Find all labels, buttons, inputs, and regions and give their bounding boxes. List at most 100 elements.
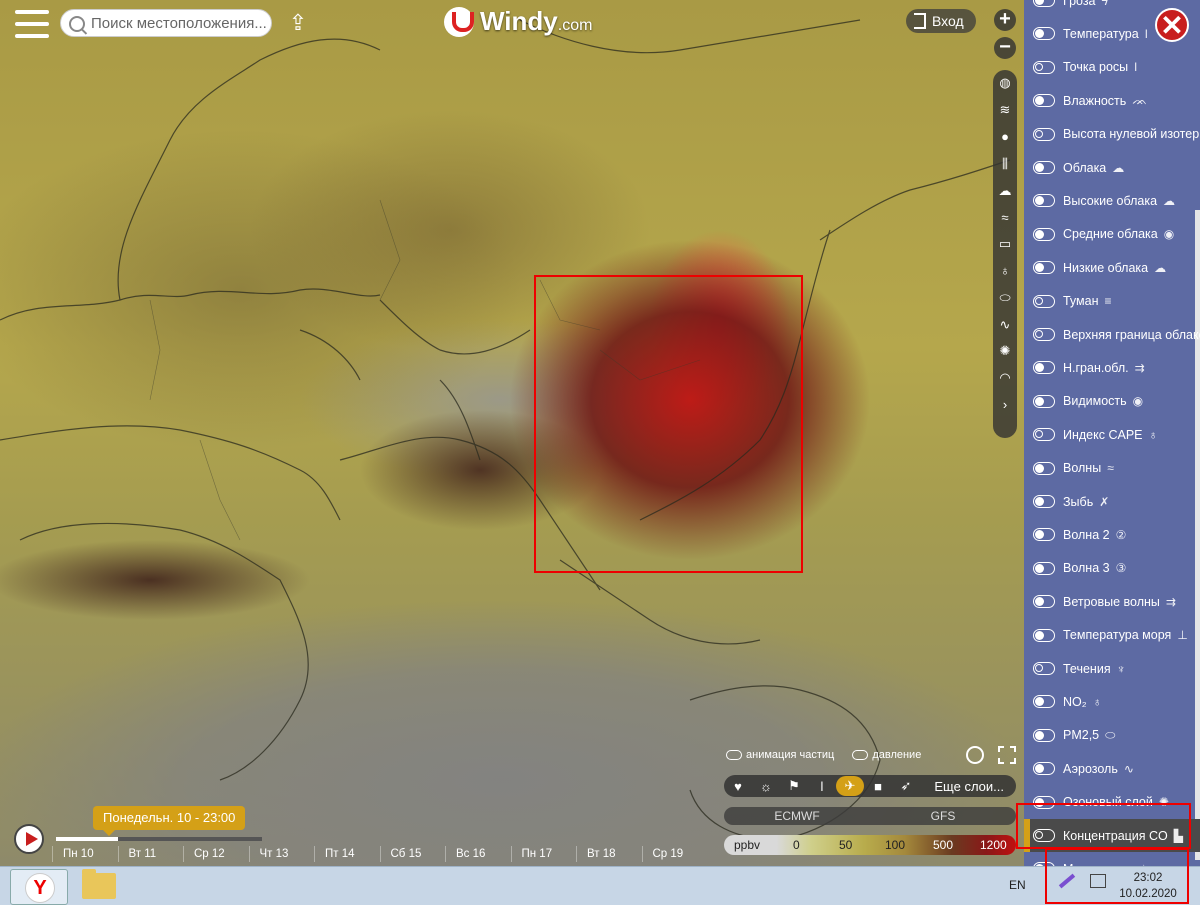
car-icon[interactable]: ▭ [993,231,1017,258]
layer-toggle-icon[interactable] [1033,829,1055,842]
layer-toggle-icon[interactable] [1033,662,1055,675]
layer-toggle-icon[interactable] [1033,60,1055,74]
layer-toggle-icon[interactable] [1033,328,1055,341]
layer-toggle-icon[interactable] [1033,394,1055,408]
layer-toggle-icon[interactable] [1033,194,1055,208]
layer-toggle-icon[interactable] [1033,428,1055,442]
timeline-day[interactable]: Чт 13 [248,846,320,862]
gauge-icon[interactable]: ◠ [993,365,1017,392]
layer-item[interactable]: NO₂ ♁ [1024,685,1200,718]
heart-icon[interactable]: ♥ [724,779,752,794]
sun-cloud-icon[interactable]: ☼ [752,779,780,794]
layer-item[interactable]: Волны ≈ [1024,452,1200,485]
layer-toggle-icon[interactable] [1033,361,1055,375]
timeline-day[interactable]: Ср 12 [183,846,254,862]
layer-toggle-icon[interactable] [1033,728,1055,742]
timeline-day[interactable]: Сб 15 [379,846,451,862]
timeline-day[interactable]: Вт 11 [117,846,189,862]
layer-item[interactable]: Волна 2 ② [1024,518,1200,551]
cloud-icon[interactable]: ☁ [993,177,1017,204]
layer-toggle-icon[interactable] [1033,294,1055,308]
layer-item[interactable]: Волна 3 ③ [1024,552,1200,585]
layer-toggle-icon[interactable] [1033,27,1055,41]
login-button[interactable]: Вход [906,9,976,33]
timeline-day[interactable]: Пн 10 [52,846,123,862]
share-icon[interactable]: ⇪ [284,10,312,36]
wind-icon[interactable]: ≋ [993,97,1017,124]
sun-icon[interactable]: ✺ [993,338,1017,365]
weather-map[interactable] [0,0,1024,866]
timeline-day[interactable]: Ср 19 [641,846,713,862]
layer-item[interactable]: Аэрозоль ∿ [1024,752,1200,785]
timeline-current-time[interactable]: Понедельн. 10 - 23:00 [93,806,246,836]
folder-icon[interactable] [82,869,116,899]
layer-item[interactable]: PM2,5 ⬭ [1024,719,1200,752]
layer-toggle-icon[interactable] [1033,127,1055,141]
drop-icon[interactable]: ● [993,124,1017,151]
layer-item[interactable]: Индекс CAPE ♁ [1024,418,1200,451]
timeline-day[interactable]: Пт 14 [314,846,385,862]
close-icon[interactable]: ✕ [1155,8,1189,42]
yandex-browser-button[interactable]: Y [10,869,68,905]
clock-icon[interactable] [966,746,984,764]
layer-item[interactable]: Точка росы ǀ [1024,51,1200,84]
chevron-right-icon[interactable]: › [993,392,1017,419]
layer-toggle-icon[interactable] [1033,762,1055,776]
layer-toggle-icon[interactable] [1033,261,1055,275]
layer-toggle-icon[interactable] [1033,461,1055,475]
layer-item[interactable]: Озоновый слой ✺ [1024,786,1200,819]
layer-item[interactable]: Высота нулевой изотермы [1024,118,1200,151]
layer-toggle-icon[interactable] [1033,94,1055,108]
layer-toggle-icon[interactable] [1033,795,1055,809]
layer-toggle-icon[interactable] [1033,227,1055,241]
flag-icon[interactable]: ⚑ [780,778,808,794]
layer-item[interactable]: Температура моря ⊥ [1024,619,1200,652]
aerosol-icon[interactable]: ∿ [993,311,1017,338]
bulb-icon[interactable]: ♁ [993,258,1017,285]
layer-item[interactable]: Облака ☁ [1024,151,1200,184]
layer-toggle-icon[interactable] [1033,161,1055,174]
play-button[interactable] [14,824,44,854]
layer-item[interactable]: Места пыли✦ [1024,852,1200,866]
layer-toggle-icon[interactable] [1033,495,1055,508]
windsock-icon[interactable]: ➶ [892,778,920,794]
clock[interactable]: 23:02 10.02.2020 [1118,870,1178,902]
layer-toggle-icon[interactable] [1033,0,1055,7]
thermometer-icon[interactable]: ⫼ [993,150,1017,177]
plane-icon[interactable]: ✈ [836,776,864,796]
hamburger-menu-icon[interactable] [14,10,50,38]
layer-item[interactable]: Зыбь ✗ [1024,485,1200,518]
layer-item[interactable]: Концентрация CO ▙ [1024,819,1200,852]
layer-item[interactable]: Средние облака ◉ [1024,218,1200,251]
layer-item[interactable]: Течения ♆ [1024,652,1200,685]
zoom-in-button[interactable]: + [994,9,1016,31]
layer-item[interactable]: Видимость ◉ [1024,385,1200,418]
layer-toggle-icon[interactable] [1033,528,1055,542]
layer-toggle-icon[interactable] [1033,695,1055,709]
layer-item[interactable]: Н.гран.обл. ⇉ [1024,351,1200,384]
expand-icon[interactable] [998,746,1016,764]
model-gfs[interactable]: GFS [870,807,1016,825]
canister-icon[interactable]: ⬭ [993,284,1017,311]
zoom-out-button[interactable]: − [994,37,1016,59]
layer-item[interactable]: Верхняя граница облаков [1024,318,1200,351]
pen-icon[interactable] [1058,873,1076,889]
camera-icon[interactable]: ■ [864,779,892,794]
model-ecmwf[interactable]: ECMWF [724,807,870,825]
layer-toggle-icon[interactable] [1033,595,1055,609]
layer-item[interactable]: Низкие облака ☁ [1024,251,1200,284]
network-icon[interactable] [1090,874,1106,888]
thermometer-icon[interactable]: ǀ [808,779,836,794]
language-indicator[interactable]: EN [1009,878,1026,892]
globe-icon[interactable]: ◍ [993,70,1017,97]
more-layers-button[interactable]: Еще слои... [934,779,1004,794]
timeline-day[interactable]: Пн 17 [510,846,582,862]
timeline-day[interactable]: Вт 18 [576,846,647,862]
waves-icon[interactable]: ≈ [993,204,1017,231]
layer-item[interactable]: Высокие облака ☁ [1024,184,1200,217]
layer-item[interactable]: Туман ≡ [1024,285,1200,318]
particles-toggle[interactable]: анимация частиц [726,749,834,761]
layer-item[interactable]: Влажность ᨏ [1024,84,1200,117]
pressure-toggle[interactable]: давление [852,749,921,761]
layer-toggle-icon[interactable] [1033,628,1055,642]
